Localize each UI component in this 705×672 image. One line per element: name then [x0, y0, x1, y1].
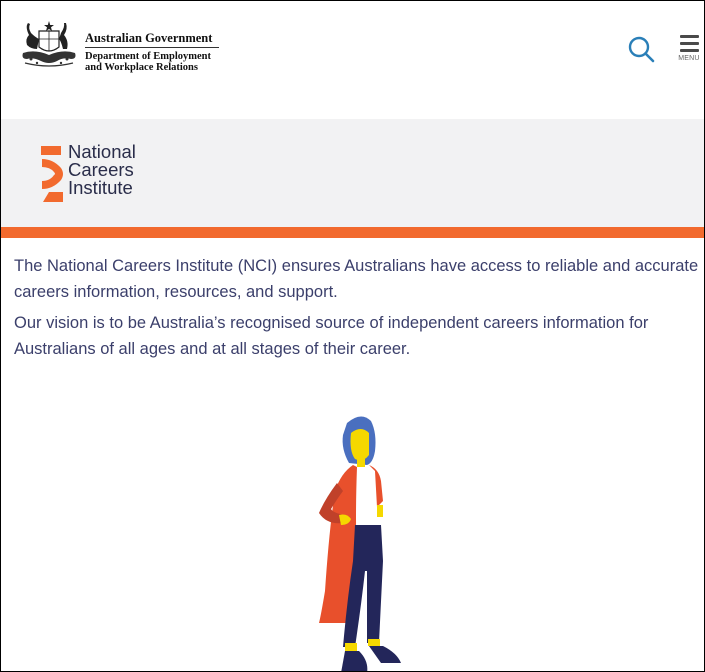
nci-logo-icon[interactable] [39, 146, 65, 202]
intro-content: The National Careers Institute (NCI) ens… [1, 238, 704, 362]
search-button[interactable] [627, 35, 657, 65]
department-name-line2: and Workplace Relations [85, 62, 198, 73]
person-illustration [319, 416, 401, 671]
nci-wordmark[interactable]: National Careers Institute [68, 142, 136, 198]
government-name: Australian Government [85, 31, 213, 45]
department-name-line1: Department of Employment [85, 51, 211, 62]
hamburger-menu-icon [675, 35, 703, 52]
orange-accent-bar [1, 227, 704, 238]
wordmark-line-institute: Institute [68, 177, 133, 198]
government-header: Australian Government Department of Empl… [1, 1, 704, 119]
search-icon [628, 36, 655, 63]
branding-divider [85, 47, 219, 48]
coat-of-arms-icon[interactable] [17, 19, 81, 69]
government-branding[interactable]: Australian Government Department of Empl… [85, 31, 219, 73]
intro-paragraph-2: Our vision is to be Australia’s recognis… [14, 314, 649, 358]
menu-label: MENU [678, 55, 700, 62]
nci-brand-band: National Careers Institute [1, 119, 704, 227]
page-frame: Australian Government Department of Empl… [0, 0, 705, 672]
intro-paragraph-1: The National Careers Institute (NCI) ens… [14, 257, 699, 301]
menu-button[interactable]: MENU [675, 35, 703, 69]
